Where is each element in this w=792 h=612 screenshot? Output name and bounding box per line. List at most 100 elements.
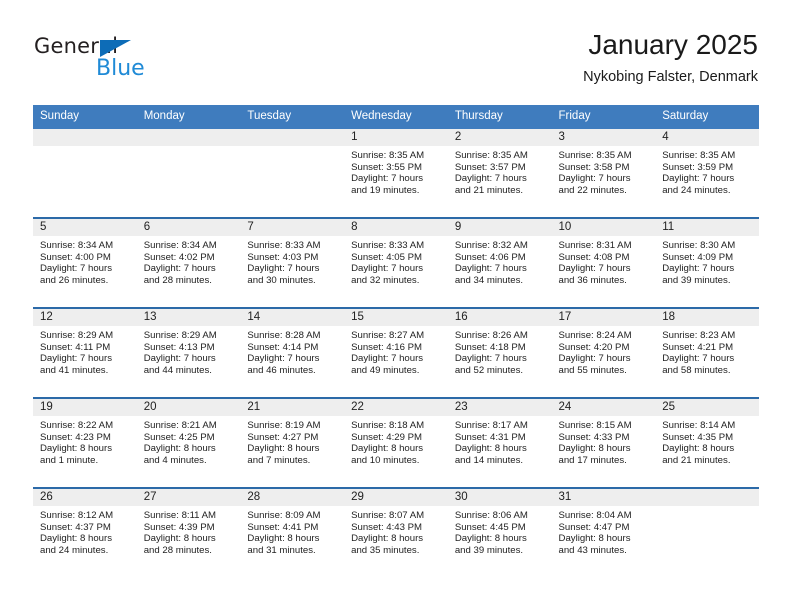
sunset-text: Sunset: 4:02 PM	[143, 251, 215, 263]
calendar-day-cell[interactable]: 5 Sunrise: 8:34 AM Sunset: 4:00 PM Daylight…	[33, 219, 137, 307]
calendar-day-details: Sunrise: 8:15 AM Sunset: 4:33 PM Daylight:…	[552, 416, 656, 466]
calendar-day-number: 16	[447, 309, 552, 326]
calendar-day-details: Sunrise: 8:21 AM Sunset: 4:25 PM Daylight:…	[137, 416, 241, 466]
daylight-text-line1: Daylight: 8 hours	[662, 443, 735, 455]
sunset-text: Sunset: 4:39 PM	[143, 521, 215, 533]
calendar-day-number: 10	[551, 219, 656, 236]
calendar-day-cell[interactable]: 29 Sunrise: 8:07 AM Sunset: 4:43 PM Dayligh…	[344, 489, 448, 577]
calendar-day-cell[interactable]: 10 Sunrise: 8:31 AM Sunset: 4:08 PM Dayligh…	[551, 219, 656, 307]
calendar-day-cell[interactable]: 28 Sunrise: 8:09 AM Sunset: 4:41 PM Dayligh…	[240, 489, 345, 577]
sunset-text: Sunset: 4:47 PM	[558, 521, 630, 533]
calendar-day-number	[136, 129, 241, 146]
sunrise-text: Sunrise: 8:11 AM	[143, 510, 217, 521]
calendar-day-cell[interactable]: 6 Sunrise: 8:34 AM Sunset: 4:02 PM Daylight…	[136, 219, 241, 307]
daylight-text-line1: Daylight: 8 hours	[247, 443, 320, 455]
calendar-day-number: 2	[447, 129, 552, 146]
calendar-day-details: Sunrise: 8:35 AM Sunset: 3:58 PM Daylight:…	[552, 146, 656, 196]
daylight-text-line1: Daylight: 8 hours	[454, 533, 527, 545]
daylight-text-line1: Daylight: 7 hours	[40, 353, 112, 365]
calendar-day-cell[interactable]: 13 Sunrise: 8:29 AM Sunset: 4:13 PM Dayligh…	[136, 309, 241, 397]
calendar-day-cell-empty	[655, 489, 759, 577]
calendar-day-cell[interactable]: 16 Sunrise: 8:26 AM Sunset: 4:18 PM Dayligh…	[447, 309, 552, 397]
sunrise-text: Sunrise: 8:30 AM	[662, 240, 736, 251]
calendar-day-cell[interactable]: 3 Sunrise: 8:35 AM Sunset: 3:58 PM Daylight…	[551, 129, 656, 217]
daylight-text-line1: Daylight: 7 hours	[247, 353, 320, 365]
weekday-header-saturday: Saturday	[655, 105, 759, 129]
calendar-day-number: 15	[344, 309, 448, 326]
sunset-text: Sunset: 4:16 PM	[351, 341, 423, 353]
calendar-day-cell[interactable]: 20 Sunrise: 8:21 AM Sunset: 4:25 PM Dayligh…	[136, 399, 241, 487]
calendar-day-cell[interactable]: 2 Sunrise: 8:35 AM Sunset: 3:57 PM Daylight…	[447, 129, 552, 217]
sunrise-text: Sunrise: 8:35 AM	[351, 150, 425, 161]
sunrise-text: Sunrise: 8:24 AM	[558, 330, 632, 341]
sunset-text: Sunset: 3:57 PM	[454, 161, 526, 173]
sunrise-text: Sunrise: 8:23 AM	[662, 330, 736, 341]
brand-logo-triangle-icon	[100, 40, 131, 57]
sunset-text: Sunset: 4:45 PM	[454, 521, 526, 533]
calendar-day-cell[interactable]: 22 Sunrise: 8:18 AM Sunset: 4:29 PM Dayligh…	[344, 399, 448, 487]
calendar-day-number: 23	[447, 399, 552, 416]
calendar-day-cell[interactable]: 30 Sunrise: 8:06 AM Sunset: 4:45 PM Dayligh…	[447, 489, 552, 577]
calendar-day-cell[interactable]: 8 Sunrise: 8:33 AM Sunset: 4:05 PM Daylight…	[344, 219, 448, 307]
daylight-text-line2: and 21 minutes.	[454, 184, 524, 196]
calendar-day-details: Sunrise: 8:35 AM Sunset: 3:55 PM Daylight:…	[344, 146, 448, 196]
weekday-header-thursday: Thursday	[447, 105, 552, 129]
calendar-day-cell[interactable]: 7 Sunrise: 8:33 AM Sunset: 4:03 PM Daylight…	[240, 219, 345, 307]
calendar-day-cell-empty	[240, 129, 345, 217]
calendar-day-cell[interactable]: 27 Sunrise: 8:11 AM Sunset: 4:39 PM Dayligh…	[136, 489, 241, 577]
sunset-text: Sunset: 4:43 PM	[351, 521, 423, 533]
page-title: January 2025	[588, 29, 758, 60]
calendar-day-cell[interactable]: 23 Sunrise: 8:17 AM Sunset: 4:31 PM Dayligh…	[447, 399, 552, 487]
daylight-text-line2: and 36 minutes.	[558, 274, 627, 286]
sunset-text: Sunset: 4:25 PM	[143, 431, 215, 443]
sunset-text: Sunset: 4:18 PM	[454, 341, 526, 353]
calendar-day-number: 14	[240, 309, 345, 326]
daylight-text-line2: and 31 minutes.	[247, 544, 316, 556]
calendar-day-number: 31	[551, 489, 656, 506]
calendar-day-cell[interactable]: 24 Sunrise: 8:15 AM Sunset: 4:33 PM Dayligh…	[551, 399, 656, 487]
calendar-week-row: 5 Sunrise: 8:34 AM Sunset: 4:00 PM Daylight…	[33, 217, 759, 308]
calendar-day-cell[interactable]: 21 Sunrise: 8:19 AM Sunset: 4:27 PM Dayligh…	[240, 399, 345, 487]
sunset-text: Sunset: 4:03 PM	[247, 251, 319, 263]
calendar-day-cell[interactable]: 1 Sunrise: 8:35 AM Sunset: 3:55 PM Daylight…	[344, 129, 448, 217]
brand-logo[interactable]: General Blue	[34, 34, 214, 84]
sunset-text: Sunset: 3:59 PM	[662, 161, 734, 173]
calendar-day-cell[interactable]: 11 Sunrise: 8:30 AM Sunset: 4:09 PM Dayligh…	[655, 219, 759, 307]
daylight-text-line2: and 41 minutes.	[40, 364, 109, 376]
calendar-day-details: Sunrise: 8:09 AM Sunset: 4:41 PM Daylight:…	[240, 506, 344, 556]
calendar-day-cell[interactable]: 15 Sunrise: 8:27 AM Sunset: 4:16 PM Dayligh…	[344, 309, 448, 397]
calendar-day-cell[interactable]: 4 Sunrise: 8:35 AM Sunset: 3:59 PM Daylight…	[655, 129, 759, 217]
daylight-text-line2: and 24 minutes.	[662, 184, 731, 196]
calendar-day-cell[interactable]: 19 Sunrise: 8:22 AM Sunset: 4:23 PM Dayligh…	[33, 399, 137, 487]
sunset-text: Sunset: 4:23 PM	[40, 431, 111, 443]
daylight-text-line2: and 22 minutes.	[558, 184, 627, 196]
calendar-day-number	[240, 129, 345, 146]
daylight-text-line2: and 32 minutes.	[351, 274, 420, 286]
calendar-day-details: Sunrise: 8:31 AM Sunset: 4:08 PM Daylight:…	[552, 236, 656, 286]
calendar-day-number: 13	[136, 309, 241, 326]
calendar-day-details: Sunrise: 8:18 AM Sunset: 4:29 PM Daylight:…	[344, 416, 448, 466]
daylight-text-line1: Daylight: 7 hours	[662, 173, 735, 185]
daylight-text-line1: Daylight: 8 hours	[351, 533, 424, 545]
sunset-text: Sunset: 3:55 PM	[351, 161, 423, 173]
daylight-text-line2: and 39 minutes.	[662, 274, 731, 286]
calendar-day-cell[interactable]: 12 Sunrise: 8:29 AM Sunset: 4:11 PM Dayligh…	[33, 309, 137, 397]
daylight-text-line2: and 17 minutes.	[558, 454, 627, 466]
calendar-day-details: Sunrise: 8:11 AM Sunset: 4:39 PM Daylight:…	[137, 506, 241, 556]
sunset-text: Sunset: 4:06 PM	[454, 251, 526, 263]
calendar-day-cell[interactable]: 9 Sunrise: 8:32 AM Sunset: 4:06 PM Daylight…	[447, 219, 552, 307]
daylight-text-line2: and 1 minute.	[40, 454, 99, 466]
calendar-day-cell[interactable]: 26 Sunrise: 8:12 AM Sunset: 4:37 PM Dayligh…	[33, 489, 137, 577]
sunrise-text: Sunrise: 8:17 AM	[454, 420, 528, 431]
calendar-day-number: 28	[240, 489, 345, 506]
calendar-day-cell[interactable]: 31 Sunrise: 8:04 AM Sunset: 4:47 PM Dayligh…	[551, 489, 656, 577]
calendar-day-cell[interactable]: 18 Sunrise: 8:23 AM Sunset: 4:21 PM Dayligh…	[655, 309, 759, 397]
calendar-day-cell[interactable]: 17 Sunrise: 8:24 AM Sunset: 4:20 PM Dayligh…	[551, 309, 656, 397]
calendar-day-details: Sunrise: 8:35 AM Sunset: 3:57 PM Daylight:…	[448, 146, 552, 196]
sunset-text: Sunset: 4:31 PM	[454, 431, 526, 443]
calendar-week-row: 1 Sunrise: 8:35 AM Sunset: 3:55 PM Daylight…	[33, 129, 759, 218]
daylight-text-line1: Daylight: 8 hours	[143, 533, 216, 545]
daylight-text-line1: Daylight: 7 hours	[40, 263, 112, 275]
calendar-day-cell[interactable]: 14 Sunrise: 8:28 AM Sunset: 4:14 PM Dayligh…	[240, 309, 345, 397]
calendar-day-cell[interactable]: 25 Sunrise: 8:14 AM Sunset: 4:35 PM Dayligh…	[655, 399, 759, 487]
